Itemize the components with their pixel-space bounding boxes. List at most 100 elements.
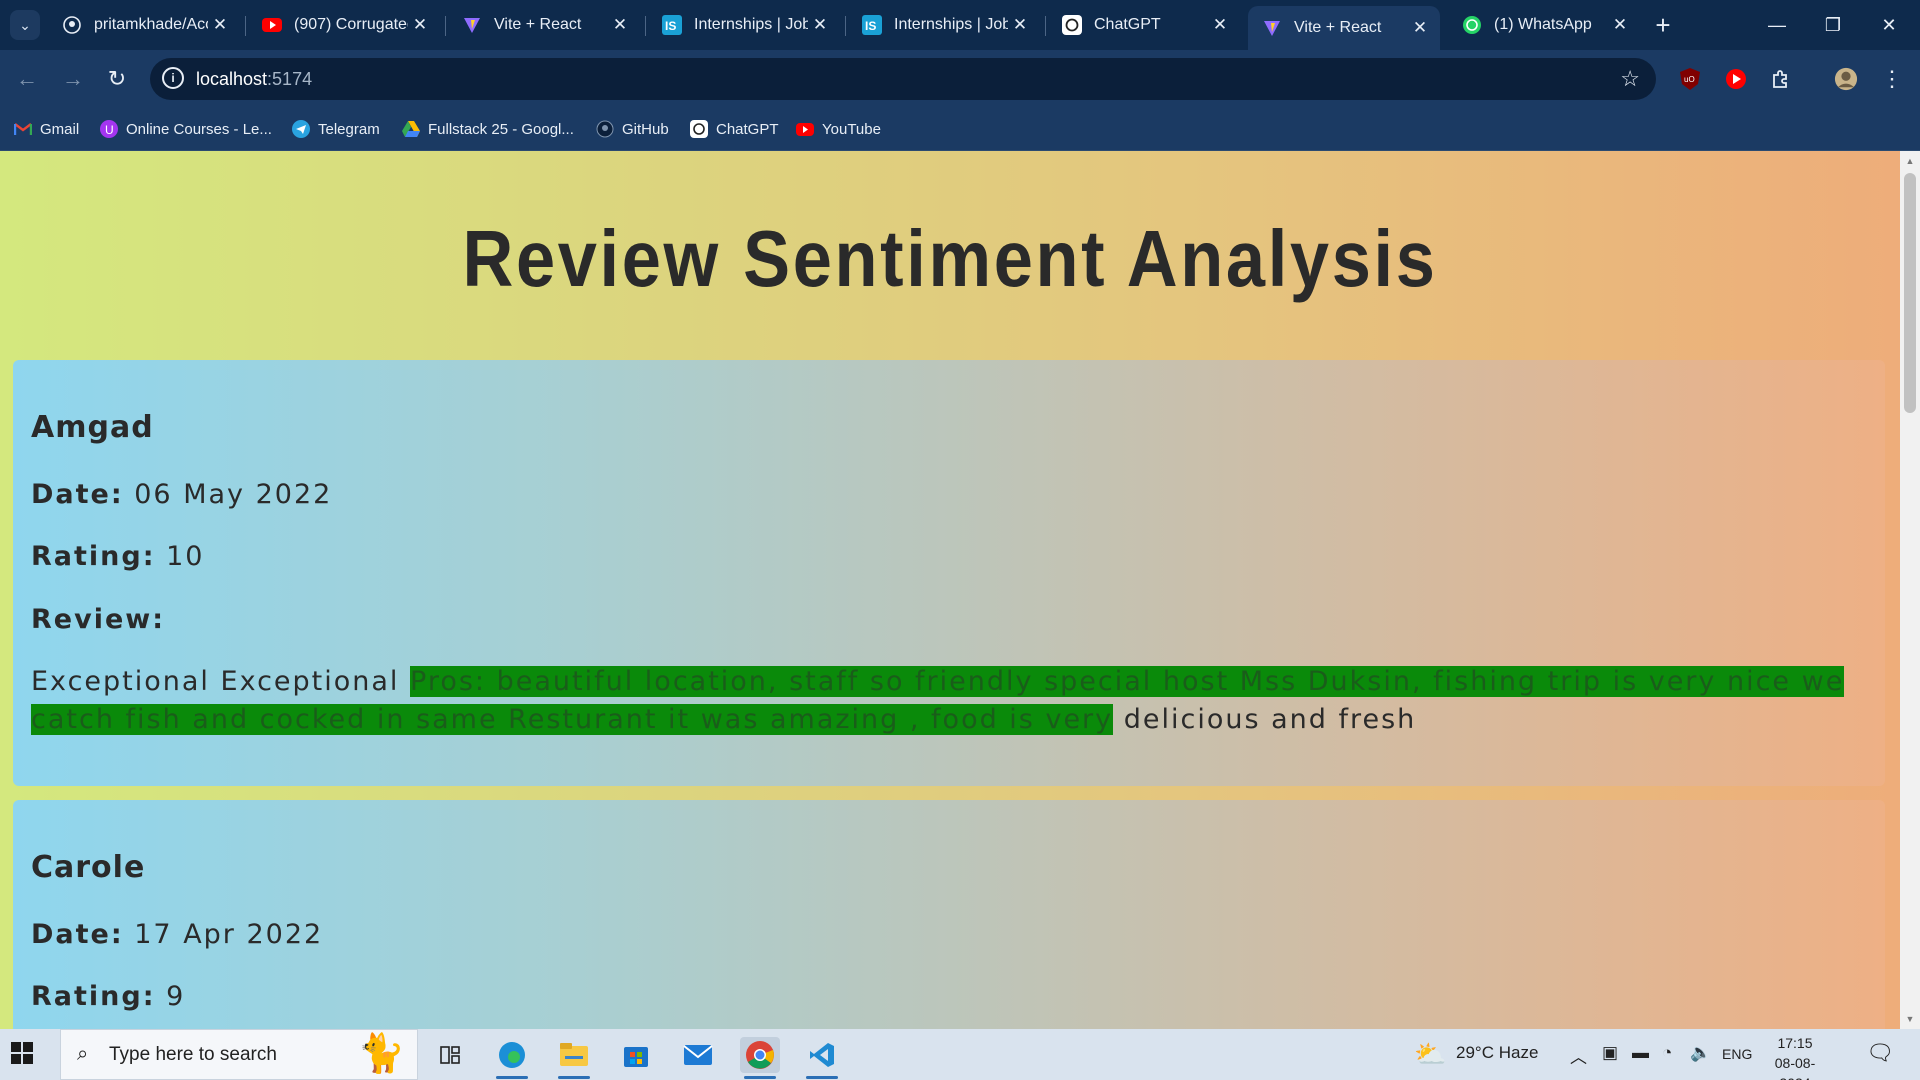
notifications-icon[interactable]: 🗨 [1866,1040,1894,1066]
bookmark-youtube[interactable]: YouTube [796,117,881,141]
tab-strip: ⌄ pritamkhade/Acc ✕ (907) Corrugated ✕ V… [0,0,1920,50]
tab-whatsapp[interactable]: (1) WhatsApp ✕ [1448,6,1640,44]
tab-youtube[interactable]: (907) Corrugated ✕ [248,6,440,44]
back-button[interactable]: ← [10,62,44,96]
chrome-icon[interactable] [740,1037,780,1079]
bookmark-telegram[interactable]: Telegram [292,117,380,141]
bookmark-gmail[interactable]: Gmail [14,117,79,141]
bookmark-fullstack[interactable]: Fullstack 25 - Googl... [402,117,574,141]
tab-title: pritamkhade/Acc [94,16,208,33]
taskbar-search-box[interactable]: ⌕ Type here to search 🐈 [60,1029,418,1080]
bookmark-online-courses[interactable]: U Online Courses - Le... [100,117,272,141]
address-bar[interactable]: i localhost:5174 ☆ [150,58,1656,100]
scroll-up-arrow-icon[interactable]: ▲ [1900,153,1920,169]
windows-taskbar: ⌕ Type here to search 🐈 ⛅ 29°C Haze ︿ ▣ … [0,1029,1920,1080]
tab-internshala[interactable]: IS Internships | Jobs ✕ [848,6,1040,44]
youtube-extension-icon[interactable] [1724,67,1748,91]
url-host: localhost [196,69,268,89]
tab-github[interactable]: pritamkhade/Acc ✕ [48,6,240,44]
scroll-down-arrow-icon[interactable]: ▼ [1900,1011,1920,1027]
date-label: Date: [31,479,124,510]
bookmark-label: GitHub [622,120,669,138]
internshala-icon: IS [662,15,682,35]
weather-text[interactable]: 29°C Haze [1456,1043,1538,1063]
volume-icon[interactable]: 🔈 [1690,1043,1711,1063]
reload-button[interactable]: ↻ [100,62,134,96]
language-indicator[interactable]: ENG [1722,1046,1752,1062]
drive-icon [402,120,420,138]
bookmark-label: ChatGPT [716,120,779,138]
menu-kebab-icon[interactable]: ⋮ [1880,66,1904,91]
minimize-button[interactable]: — [1754,0,1800,50]
system-clock[interactable]: 17:15 08-08-2024 [1760,1033,1830,1080]
review-rating: Rating: 10 [31,541,204,572]
svg-text:uO: uO [1684,75,1695,84]
telegram-icon [292,120,310,138]
edge-icon[interactable] [492,1037,532,1079]
search-icon: ⌕ [77,1043,89,1065]
close-icon[interactable]: ✕ [1408,16,1432,40]
chatgpt-icon [1062,15,1082,35]
bookmark-label: Fullstack 25 - Googl... [428,120,574,138]
tab-title: Internships | Jobs [894,16,1008,33]
bookmark-label: YouTube [822,120,881,138]
review-date: Date: 17 Apr 2022 [31,919,323,950]
network-icon[interactable]: ◔ [1662,1043,1672,1063]
bookmark-label: Online Courses - Le... [126,120,272,138]
review-card: Amgad Date: 06 May 2022 Rating: 10 Revie… [13,360,1885,786]
tab-internshala[interactable]: IS Internships | Jobs ✕ [648,6,840,44]
vite-icon [1262,18,1282,38]
extensions-puzzle-icon[interactable] [1769,67,1793,91]
tab-divider [645,16,646,36]
tab-title: Internships | Jobs [694,16,808,33]
rating-value: 10 [166,541,205,572]
microsoft-store-icon[interactable] [616,1037,656,1073]
vscode-icon[interactable] [802,1037,842,1079]
reviewer-name: Amgad [31,410,154,445]
tab-divider [445,16,446,36]
bookmark-chatgpt[interactable]: ChatGPT [690,117,779,141]
close-icon[interactable]: ✕ [208,13,232,37]
bookmark-star-icon[interactable]: ☆ [1620,66,1640,92]
tab-title: Vite + React [1294,19,1382,36]
tab-title: (907) Corrugated [294,16,408,33]
tab-vite-react[interactable]: Vite + React ✕ [448,6,640,44]
tab-divider [845,16,846,36]
close-icon[interactable]: ✕ [808,13,832,37]
close-icon[interactable]: ✕ [1208,13,1232,37]
task-view-icon[interactable] [430,1037,470,1073]
bookmark-github[interactable]: GitHub [596,117,669,141]
windows-start-icon[interactable] [10,1041,38,1069]
meet-now-icon[interactable]: ▣ [1602,1043,1618,1063]
file-explorer-icon[interactable] [554,1037,594,1079]
udemy-icon: U [100,120,118,138]
show-hidden-icons-chevron-icon[interactable]: ︿ [1570,1043,1587,1068]
scrollbar-thumb[interactable] [1904,173,1916,413]
tab-title: (1) WhatsApp [1494,16,1592,33]
date-value: 17 Apr 2022 [134,919,324,950]
site-info-icon[interactable]: i [162,67,184,89]
page-viewport: Review Sentiment Analysis Amgad Date: 06… [0,151,1920,1029]
page-scrollbar[interactable]: ▲ ▼ [1900,151,1920,1029]
review-rating: Rating: 9 [31,981,185,1012]
review-label: Review: [31,604,166,635]
tab-search-button[interactable]: ⌄ [10,10,40,40]
tab-chatgpt[interactable]: ChatGPT ✕ [1048,6,1240,44]
ublock-icon[interactable]: uO [1678,67,1702,91]
rating-value: 9 [166,981,186,1012]
mail-icon[interactable] [678,1037,718,1073]
close-icon[interactable]: ✕ [1008,13,1032,37]
close-icon[interactable]: ✕ [408,13,432,37]
close-icon[interactable]: ✕ [1608,13,1632,37]
close-icon[interactable]: ✕ [608,13,632,37]
battery-icon[interactable]: ▬ [1632,1043,1649,1063]
tab-vite-react-active[interactable]: Vite + React ✕ [1248,6,1440,50]
restore-button[interactable]: ❐ [1810,0,1856,50]
weather-icon[interactable]: ⛅ [1414,1039,1446,1070]
search-placeholder: Type here to search [109,1044,277,1065]
new-tab-button[interactable]: + [1648,10,1678,40]
review-heading: Review: [31,604,165,635]
forward-button[interactable]: → [56,62,90,96]
close-window-button[interactable]: ✕ [1866,0,1912,50]
profile-avatar[interactable] [1834,67,1858,91]
